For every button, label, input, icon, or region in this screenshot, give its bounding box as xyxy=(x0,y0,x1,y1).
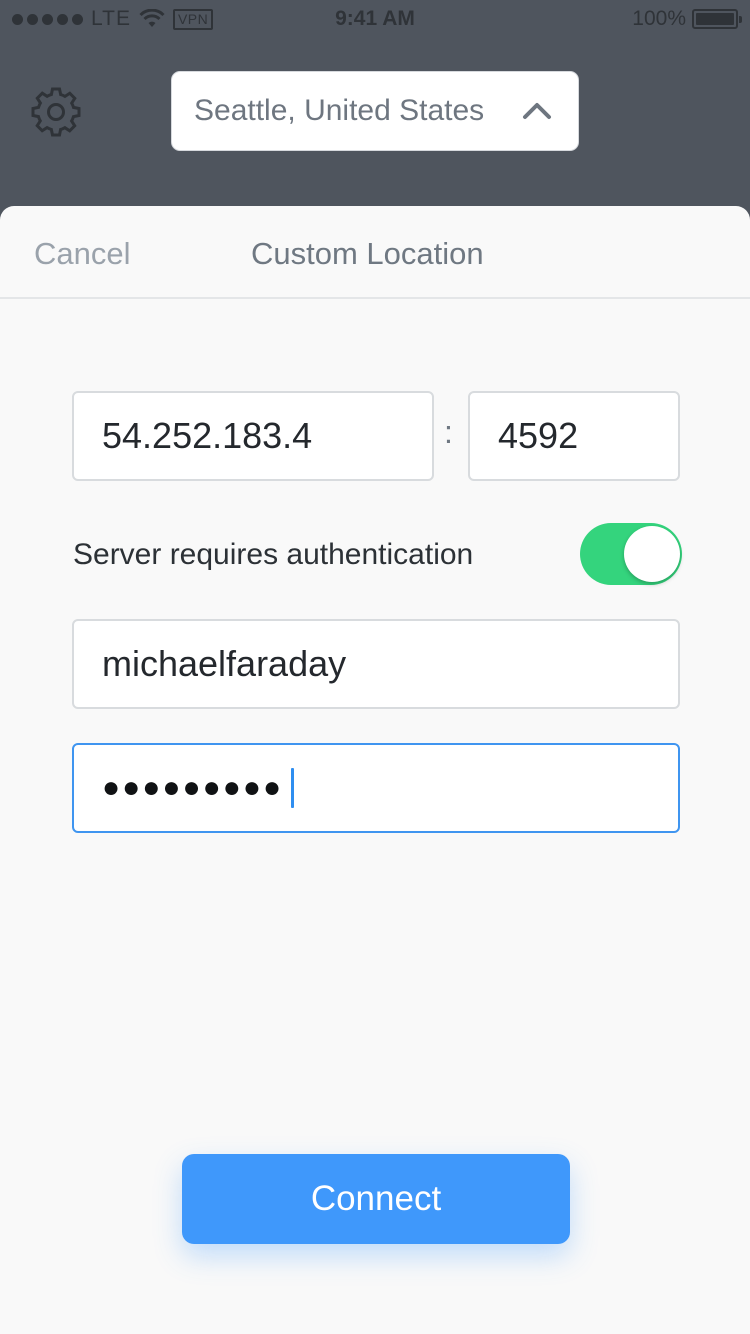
status-bar: LTE VPN 9:41 AM 100% xyxy=(0,0,750,40)
ip-address-value: 54.252.183.4 xyxy=(102,415,313,456)
sheet-header: Cancel Custom Location xyxy=(0,206,750,299)
password-masked-value: ●●●●●●●●● xyxy=(102,771,284,804)
ip-address-field[interactable]: 54.252.183.4 xyxy=(72,391,434,481)
status-bar-right: 100% xyxy=(632,7,742,31)
port-field[interactable]: 4592 xyxy=(468,391,680,481)
text-cursor xyxy=(291,768,295,808)
location-selector-label: Seattle, United States xyxy=(194,94,485,127)
sheet-title: Custom Location xyxy=(251,236,484,271)
custom-location-sheet: Cancel Custom Location 54.252.183.4 : 45… xyxy=(0,206,750,1334)
cancel-button[interactable]: Cancel xyxy=(34,236,131,272)
ip-port-separator: : xyxy=(444,414,453,450)
gear-icon[interactable] xyxy=(30,85,82,137)
auth-required-label: Server requires authentication xyxy=(73,538,474,571)
username-field[interactable]: michaelfaraday xyxy=(72,619,680,709)
location-selector[interactable]: Seattle, United States xyxy=(171,71,579,151)
port-value: 4592 xyxy=(498,415,579,456)
connect-button[interactable]: Connect xyxy=(182,1154,570,1244)
username-value: michaelfaraday xyxy=(102,643,347,684)
battery-percent: 100% xyxy=(632,7,686,30)
battery-icon xyxy=(692,9,742,29)
chevron-up-icon xyxy=(523,103,551,119)
auth-required-toggle[interactable] xyxy=(580,523,682,585)
password-field[interactable]: ●●●●●●●●● xyxy=(72,743,680,833)
toggle-knob xyxy=(624,526,680,582)
